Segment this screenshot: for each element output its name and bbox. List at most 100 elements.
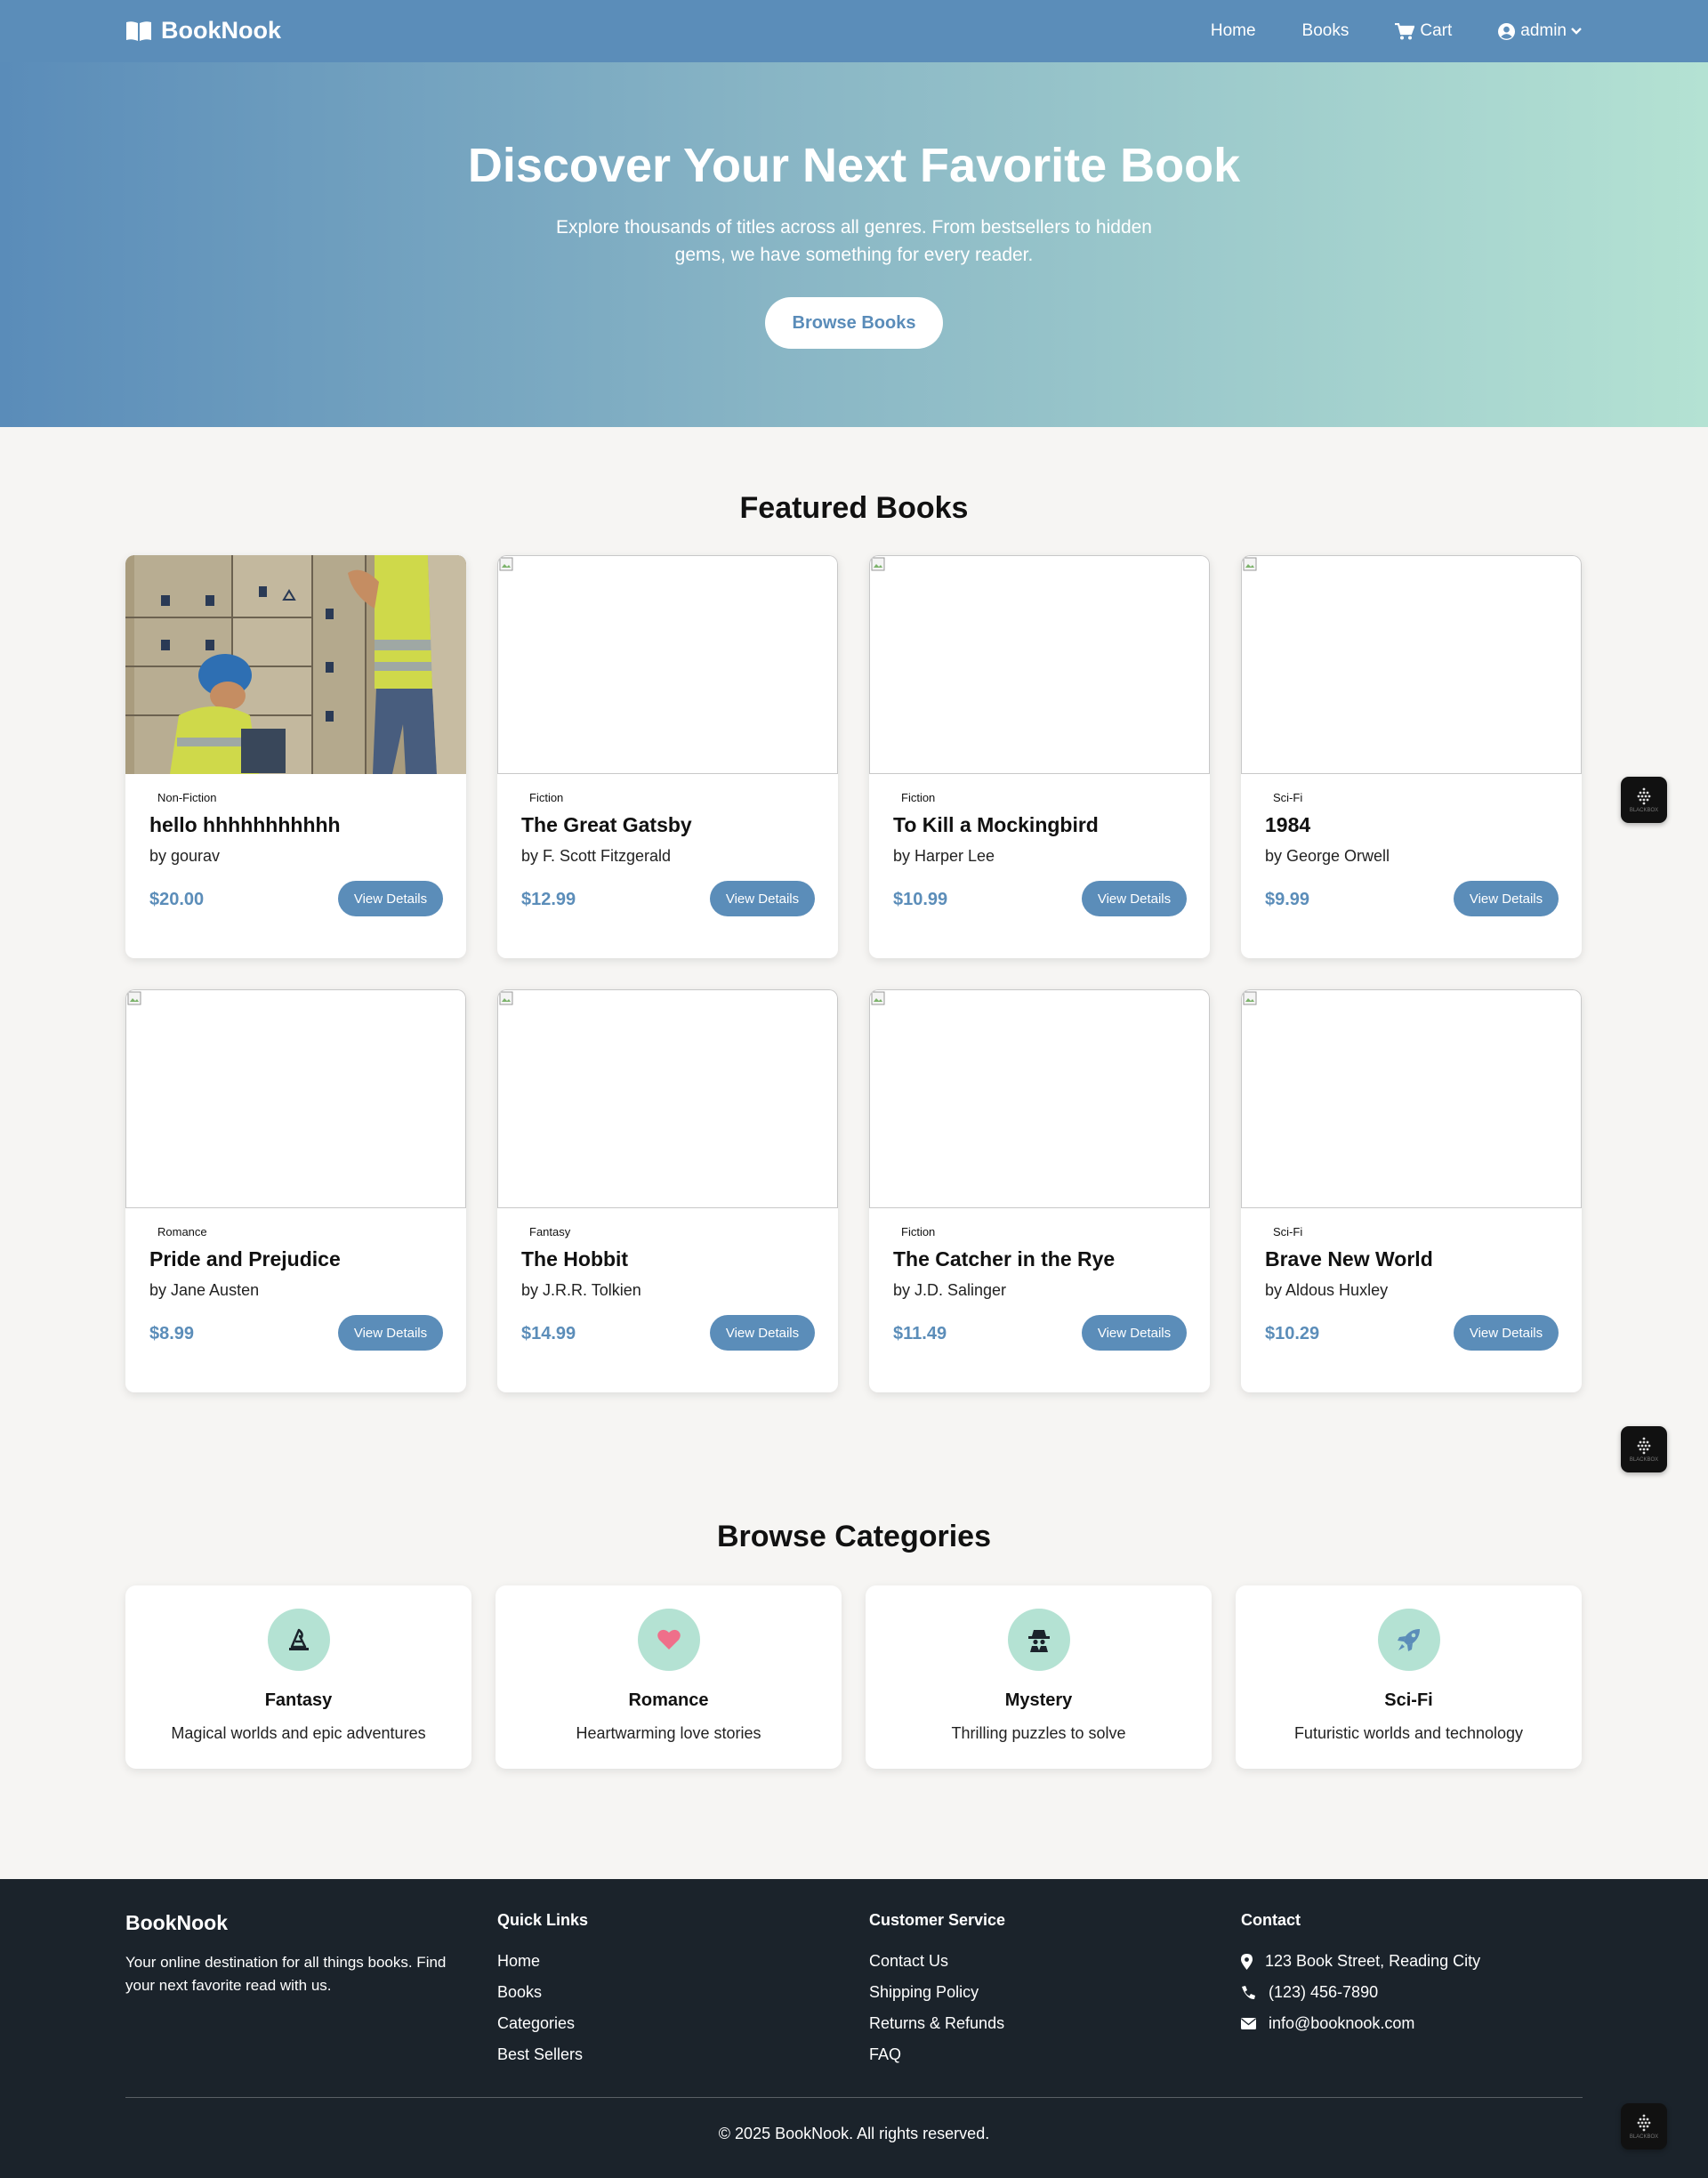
book-cover-image — [1241, 555, 1582, 774]
book-author: by gourav — [149, 847, 221, 865]
book-card[interactable]: Sci-Fi Brave New World by Aldous Huxley … — [1241, 989, 1582, 1392]
heart-icon — [657, 1629, 681, 1650]
book-title[interactable]: Pride and Prejudice — [149, 1247, 341, 1271]
category-name: Fantasy — [264, 1690, 333, 1710]
view-details-button[interactable]: View Details — [338, 881, 443, 916]
book-title[interactable]: The Catcher in the Rye — [893, 1247, 1115, 1271]
footer-heading: Quick Links — [497, 1911, 589, 1929]
genre-badge: Fiction — [901, 790, 936, 804]
genre-badge: Romance — [157, 1224, 207, 1238]
blackbox-widget-button[interactable]: BLACKBOX — [1621, 777, 1667, 823]
book-price: $11.49 — [893, 1324, 947, 1343]
category-name: Romance — [628, 1690, 709, 1710]
book-card[interactable]: Non-Fiction hello hhhhhhhhhhh by gourav … — [125, 555, 466, 958]
hero-subtitle: Explore thousands of titles across all g… — [555, 217, 1152, 265]
book-card[interactable]: Fiction The Catcher in the Rye by J.D. S… — [869, 989, 1210, 1392]
footer-heading: Contact — [1241, 1911, 1301, 1929]
view-details-button[interactable]: View Details — [1082, 881, 1187, 916]
footer-heading: Customer Service — [869, 1911, 1006, 1929]
footer-link-home[interactable]: Home — [497, 1946, 588, 1977]
browse-books-button[interactable]: Browse Books — [765, 297, 943, 349]
book-title[interactable]: The Hobbit — [521, 1247, 628, 1271]
book-author: by Aldous Huxley — [1265, 1281, 1389, 1299]
category-name: Sci-Fi — [1384, 1690, 1433, 1710]
open-book-icon — [126, 20, 151, 41]
broken-image-icon — [871, 991, 885, 1005]
book-author: by George Orwell — [1265, 847, 1390, 865]
book-card[interactable]: Romance Pride and Prejudice by Jane Aust… — [125, 989, 466, 1392]
footer-phone: (123) 456-7890 — [1241, 1977, 1480, 2008]
book-author: by F. Scott Fitzgerald — [521, 847, 672, 865]
book-cover-image — [125, 989, 466, 1208]
wizard-hat-icon — [288, 1628, 309, 1650]
workers-photo — [125, 555, 466, 774]
nav-cart-link[interactable]: Cart — [1395, 21, 1452, 41]
broken-image-icon — [871, 557, 885, 571]
widget-label: BLACKBOX — [1629, 2134, 1659, 2140]
book-author: by J.R.R. Tolkien — [521, 1281, 641, 1299]
nav-books-link[interactable]: Books — [1302, 21, 1349, 41]
footer-link-returns-refunds[interactable]: Returns & Refunds — [869, 2008, 1005, 2039]
view-details-button[interactable]: View Details — [1454, 1315, 1559, 1351]
nav-home-link[interactable]: Home — [1211, 21, 1256, 41]
user-menu-toggle[interactable]: admin — [1498, 21, 1583, 41]
book-title[interactable]: hello hhhhhhhhhhh — [149, 813, 341, 837]
book-cover-image — [497, 989, 838, 1208]
category-name: Mystery — [1004, 1690, 1073, 1710]
broken-image-icon — [1243, 991, 1257, 1005]
book-price: $10.99 — [893, 890, 948, 909]
nav-links: Home Books Cart admin — [1164, 0, 1583, 62]
genre-badge: Fiction — [901, 1224, 936, 1238]
book-title[interactable]: The Great Gatsby — [521, 813, 692, 837]
book-card[interactable]: Fantasy The Hobbit by J.R.R. Tolkien $14… — [497, 989, 838, 1392]
book-title[interactable]: To Kill a Mockingbird — [893, 813, 1099, 837]
category-description: Magical worlds and epic adventures — [171, 1724, 426, 1742]
footer-link-categories[interactable]: Categories — [497, 2008, 588, 2039]
category-description: Futuristic worlds and technology — [1293, 1724, 1524, 1742]
book-card[interactable]: Fiction To Kill a Mockingbird by Harper … — [869, 555, 1210, 958]
footer-quick-links: Quick Links Home Books Categories Best S… — [497, 1911, 588, 2070]
book-author: by Harper Lee — [893, 847, 995, 865]
broken-image-icon — [127, 991, 141, 1005]
footer-link-best-sellers[interactable]: Best Sellers — [497, 2039, 588, 2070]
book-title[interactable]: 1984 — [1265, 813, 1310, 837]
view-details-button[interactable]: View Details — [1454, 881, 1559, 916]
footer-link-faq[interactable]: FAQ — [869, 2039, 1005, 2070]
genre-badge: Fiction — [529, 790, 564, 804]
envelope-icon — [1241, 2018, 1256, 2029]
footer-link-shipping-policy[interactable]: Shipping Policy — [869, 1977, 1005, 2008]
view-details-button[interactable]: View Details — [710, 1315, 815, 1351]
blackbox-widget-button[interactable]: BLACKBOX — [1621, 1426, 1667, 1472]
footer-link-contact-us[interactable]: Contact Us — [869, 1946, 1005, 1977]
blackbox-widget-button[interactable]: BLACKBOX — [1621, 2103, 1667, 2150]
nav-books-label: Books — [1301, 21, 1349, 40]
book-cover-photo — [125, 555, 466, 774]
category-card-scifi[interactable]: Sci-Fi Futuristic worlds and technology — [1236, 1585, 1582, 1769]
footer-copyright: © 2025 BookNook. All rights reserved. — [718, 2125, 990, 2142]
book-price: $14.99 — [521, 1324, 576, 1343]
book-card[interactable]: Sci-Fi 1984 by George Orwell $9.99 View … — [1241, 555, 1582, 958]
footer-about-text: Your online destination for all things b… — [125, 1954, 447, 1994]
footer: BookNook Your online destination for all… — [0, 1879, 1708, 2178]
broken-image-icon — [1243, 557, 1257, 571]
footer-contact: Contact 123 Book Street, Reading City (1… — [1241, 1911, 1480, 2039]
book-card[interactable]: Fiction The Great Gatsby by F. Scott Fit… — [497, 555, 838, 958]
rocket-icon — [1397, 1629, 1420, 1651]
footer-link-books[interactable]: Books — [497, 1977, 588, 2008]
category-card-mystery[interactable]: Mystery Thrilling puzzles to solve — [866, 1585, 1212, 1769]
brand-logo[interactable]: BookNook — [125, 17, 281, 44]
view-details-button[interactable]: View Details — [1082, 1315, 1187, 1351]
footer-phone-text: (123) 456-7890 — [1269, 1983, 1379, 2001]
category-card-fantasy[interactable]: Fantasy Magical worlds and epic adventur… — [125, 1585, 471, 1769]
chevron-down-icon — [1571, 28, 1582, 35]
book-price: $8.99 — [149, 1324, 195, 1343]
broken-image-icon — [499, 557, 513, 571]
category-card-romance[interactable]: Romance Heartwarming love stories — [495, 1585, 842, 1769]
nav-cart-label: Cart — [1420, 21, 1453, 40]
view-details-button[interactable]: View Details — [710, 881, 815, 916]
book-price: $10.29 — [1265, 1324, 1320, 1343]
book-price: $12.99 — [521, 890, 576, 909]
genre-badge: Fantasy — [529, 1224, 571, 1238]
view-details-button[interactable]: View Details — [338, 1315, 443, 1351]
book-title[interactable]: Brave New World — [1265, 1247, 1433, 1271]
